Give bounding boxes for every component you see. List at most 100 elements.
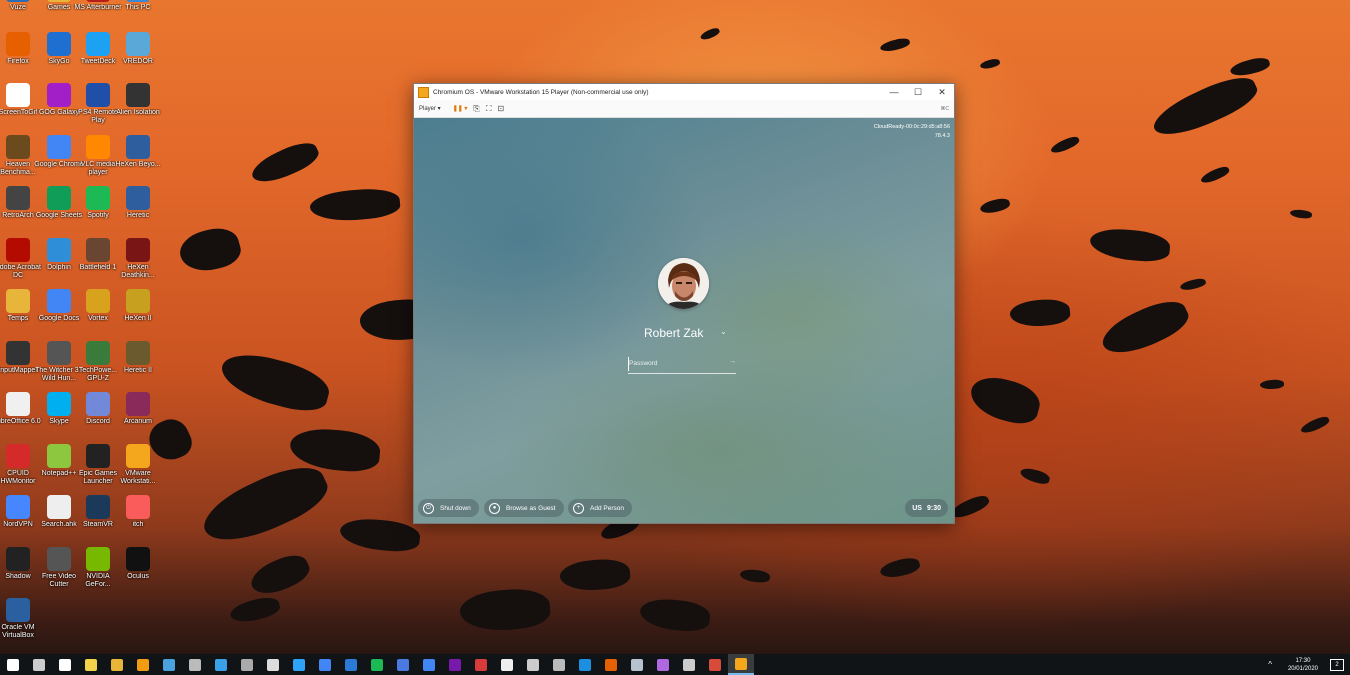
unity-mode-icon[interactable]: ⊡ bbox=[497, 104, 504, 113]
fit-window-icon[interactable]: ⛶ bbox=[486, 104, 492, 114]
bird-silhouette bbox=[1179, 276, 1207, 293]
taskbar-button[interactable] bbox=[416, 654, 442, 675]
tray-overflow-chevron-icon[interactable]: ^ bbox=[1268, 660, 1272, 669]
add-person-button[interactable]: + Add Person bbox=[568, 499, 632, 517]
video-cutter-icon bbox=[47, 546, 71, 571]
bird-silhouette bbox=[1199, 164, 1231, 186]
vmware-app-icon bbox=[418, 86, 429, 98]
minimize-button[interactable]: — bbox=[882, 84, 906, 100]
vmware-toolbar: Player ▾ ❚❚ ▾ ⎘ ⛶ ⊡ ⌘C bbox=[414, 100, 954, 118]
bird-silhouette bbox=[1008, 297, 1072, 329]
oculus-icon bbox=[126, 546, 150, 571]
witcher-icon bbox=[47, 340, 71, 365]
submit-arrow-icon[interactable]: → bbox=[729, 358, 736, 365]
taskbar-button[interactable] bbox=[0, 654, 26, 675]
maximize-button[interactable]: ☐ bbox=[906, 84, 930, 100]
bird-silhouette bbox=[1018, 466, 1052, 486]
bird-silhouette bbox=[966, 371, 1044, 429]
guest-person-icon: ● bbox=[489, 502, 500, 514]
user-avatar[interactable] bbox=[658, 258, 709, 309]
taskbar-button[interactable] bbox=[104, 654, 130, 675]
desktop-icon[interactable]: Oracle VM VirtualBox bbox=[0, 598, 43, 650]
desktop-icon-label: itch bbox=[132, 521, 144, 528]
desktop-icon-label: Alien Isolation bbox=[116, 109, 160, 116]
desktop-icon[interactable]: VMware Workstati... bbox=[113, 443, 163, 496]
desktop-icon[interactable]: itch bbox=[113, 495, 163, 547]
bird-silhouette bbox=[1299, 414, 1331, 436]
taskbar-button[interactable] bbox=[364, 654, 390, 675]
taskbar-button[interactable] bbox=[520, 654, 546, 675]
notification-center-icon[interactable]: 2 bbox=[1330, 658, 1344, 671]
password-input[interactable] bbox=[628, 356, 725, 371]
virtualbox-icon bbox=[6, 598, 30, 622]
taskbar-button[interactable] bbox=[208, 654, 234, 675]
gog-icon bbox=[47, 83, 71, 107]
desktop-icon[interactable]: Alien Isolation bbox=[113, 83, 163, 135]
vmware-window[interactable]: Chromium OS - VMware Workstation 15 Play… bbox=[413, 83, 955, 524]
shutdown-button[interactable]: ⏻ Shut down bbox=[418, 499, 479, 517]
status-area[interactable]: US 9:30 bbox=[905, 499, 948, 517]
taskbar-button[interactable] bbox=[390, 654, 416, 675]
send-ctrl-alt-del-icon[interactable]: ⎘ bbox=[473, 104, 479, 114]
gamepad-icon bbox=[267, 658, 279, 671]
status-clock: 9:30 bbox=[926, 504, 941, 512]
taskbar-button[interactable] bbox=[130, 654, 156, 675]
browse-as-guest-button[interactable]: ● Browse as Guest bbox=[484, 499, 564, 517]
taskbar-button[interactable] bbox=[546, 654, 572, 675]
taskbar-button[interactable] bbox=[442, 654, 468, 675]
taskbar-button[interactable] bbox=[624, 654, 650, 675]
desktop-icon[interactable]: HeXen Deathkin... bbox=[113, 237, 163, 290]
pause-icon[interactable]: ❚❚ ▾ bbox=[453, 105, 468, 112]
os-version: 78.4.3 bbox=[934, 133, 950, 139]
chrome-icon bbox=[319, 658, 331, 671]
bird-silhouette bbox=[948, 492, 992, 522]
taskbar-button[interactable] bbox=[572, 654, 598, 675]
desktop-icon[interactable]: This PC bbox=[113, 0, 163, 30]
desktop-icon[interactable]: HeXen Beyo... bbox=[113, 134, 163, 187]
user-dropdown-chevron-icon[interactable]: ⌄ bbox=[720, 327, 727, 336]
taskbar-button[interactable] bbox=[312, 654, 338, 675]
user-name[interactable]: Robert Zak bbox=[644, 326, 703, 340]
taskbar-button[interactable] bbox=[156, 654, 182, 675]
desktop-icon[interactable]: Arcanum bbox=[113, 392, 163, 444]
bird-silhouette bbox=[1289, 209, 1313, 219]
taskbar-button[interactable] bbox=[494, 654, 520, 675]
taskbar-button[interactable] bbox=[338, 654, 364, 675]
taskbar-button[interactable] bbox=[52, 654, 78, 675]
firefox-icon bbox=[605, 658, 617, 671]
taskbar-button[interactable] bbox=[728, 654, 754, 675]
heretic2-icon bbox=[126, 340, 150, 365]
messages-icon bbox=[397, 658, 409, 671]
taskbar-button[interactable] bbox=[702, 654, 728, 675]
player-menu[interactable]: Player ▾ bbox=[419, 105, 441, 112]
taskbar-button[interactable] bbox=[286, 654, 312, 675]
window-titlebar[interactable]: Chromium OS - VMware Workstation 15 Play… bbox=[414, 84, 954, 100]
taskbar-button[interactable] bbox=[468, 654, 494, 675]
desktop-icon[interactable]: Heretic II bbox=[113, 340, 163, 393]
desktop-icon[interactable]: Oculus bbox=[113, 546, 163, 599]
taskbar-button[interactable] bbox=[650, 654, 676, 675]
taskbar-button[interactable] bbox=[182, 654, 208, 675]
bird-silhouette bbox=[228, 593, 282, 627]
taskbar-button[interactable] bbox=[234, 654, 260, 675]
shutdown-label: Shut down bbox=[440, 504, 471, 512]
desktop-icon-label: VREDOR bbox=[123, 57, 153, 65]
taskbar-clock[interactable]: 17:30 20/01/2020 bbox=[1288, 657, 1318, 673]
arcanum-icon bbox=[126, 392, 150, 416]
taskbar-button[interactable] bbox=[78, 654, 104, 675]
desktop-icon[interactable]: VREDOR bbox=[113, 31, 163, 84]
desktop-icon[interactable]: Heretic bbox=[113, 186, 163, 238]
taskbar-button[interactable] bbox=[260, 654, 286, 675]
desktop-icon[interactable]: HeXen II bbox=[113, 289, 163, 341]
taskbar-button[interactable] bbox=[676, 654, 702, 675]
task-view-icon bbox=[33, 658, 45, 671]
desktop-icon-label: Heretic bbox=[126, 212, 150, 219]
podcast-icon bbox=[657, 658, 669, 671]
close-button[interactable]: ✕ bbox=[930, 84, 954, 100]
gpuz-icon bbox=[86, 340, 110, 365]
taskbar-button[interactable] bbox=[26, 654, 52, 675]
taskbar-button[interactable] bbox=[598, 654, 624, 675]
vmware-icon bbox=[735, 657, 747, 670]
acrobat-icon bbox=[475, 658, 487, 671]
inputmapper-icon bbox=[6, 340, 30, 365]
